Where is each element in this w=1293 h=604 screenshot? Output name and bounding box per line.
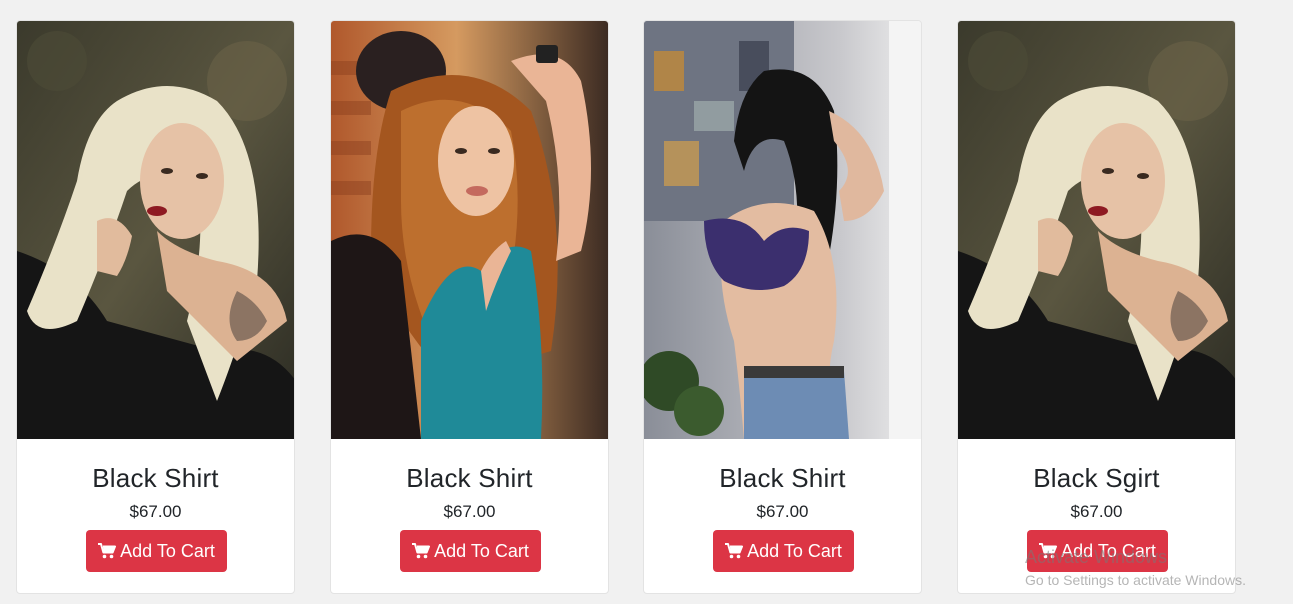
product-price: $67.00 bbox=[756, 502, 809, 521]
product-title: Black Shirt bbox=[719, 463, 846, 493]
add-to-cart-label: Add To Cart bbox=[120, 540, 215, 561]
product-card: Black Sgirt $67.00 Add To Cart bbox=[957, 20, 1236, 594]
add-to-cart-button[interactable]: Add To Cart bbox=[86, 530, 227, 572]
product-price: $67.00 bbox=[443, 502, 496, 521]
product-title: Black Shirt bbox=[92, 463, 219, 493]
add-to-cart-button[interactable]: Add To Cart bbox=[713, 530, 854, 572]
add-to-cart-button[interactable]: Add To Cart bbox=[1027, 530, 1168, 572]
product-price: $67.00 bbox=[129, 502, 182, 521]
cart-icon bbox=[1039, 543, 1058, 559]
cart-icon bbox=[98, 543, 117, 559]
product-card: Black Shirt $67.00 Add To Cart bbox=[16, 20, 295, 594]
product-image[interactable] bbox=[958, 21, 1235, 439]
product-price: $67.00 bbox=[1070, 502, 1123, 521]
product-image[interactable] bbox=[331, 21, 608, 439]
product-title: Black Shirt bbox=[406, 463, 533, 493]
add-to-cart-label: Add To Cart bbox=[434, 540, 529, 561]
cart-icon bbox=[725, 543, 744, 559]
product-image[interactable] bbox=[17, 21, 294, 439]
add-to-cart-button[interactable]: Add To Cart bbox=[400, 530, 541, 572]
product-title: Black Sgirt bbox=[1033, 463, 1160, 493]
product-card: Black Shirt $67.00 Add To Cart bbox=[330, 20, 609, 594]
product-grid: Black Shirt $67.00 Add To Cart Black Shi… bbox=[0, 0, 1293, 604]
add-to-cart-label: Add To Cart bbox=[1061, 540, 1156, 561]
product-image[interactable] bbox=[644, 21, 921, 439]
cart-icon bbox=[412, 543, 431, 559]
add-to-cart-label: Add To Cart bbox=[747, 540, 842, 561]
product-card: Black Shirt $67.00 Add To Cart bbox=[643, 20, 922, 594]
